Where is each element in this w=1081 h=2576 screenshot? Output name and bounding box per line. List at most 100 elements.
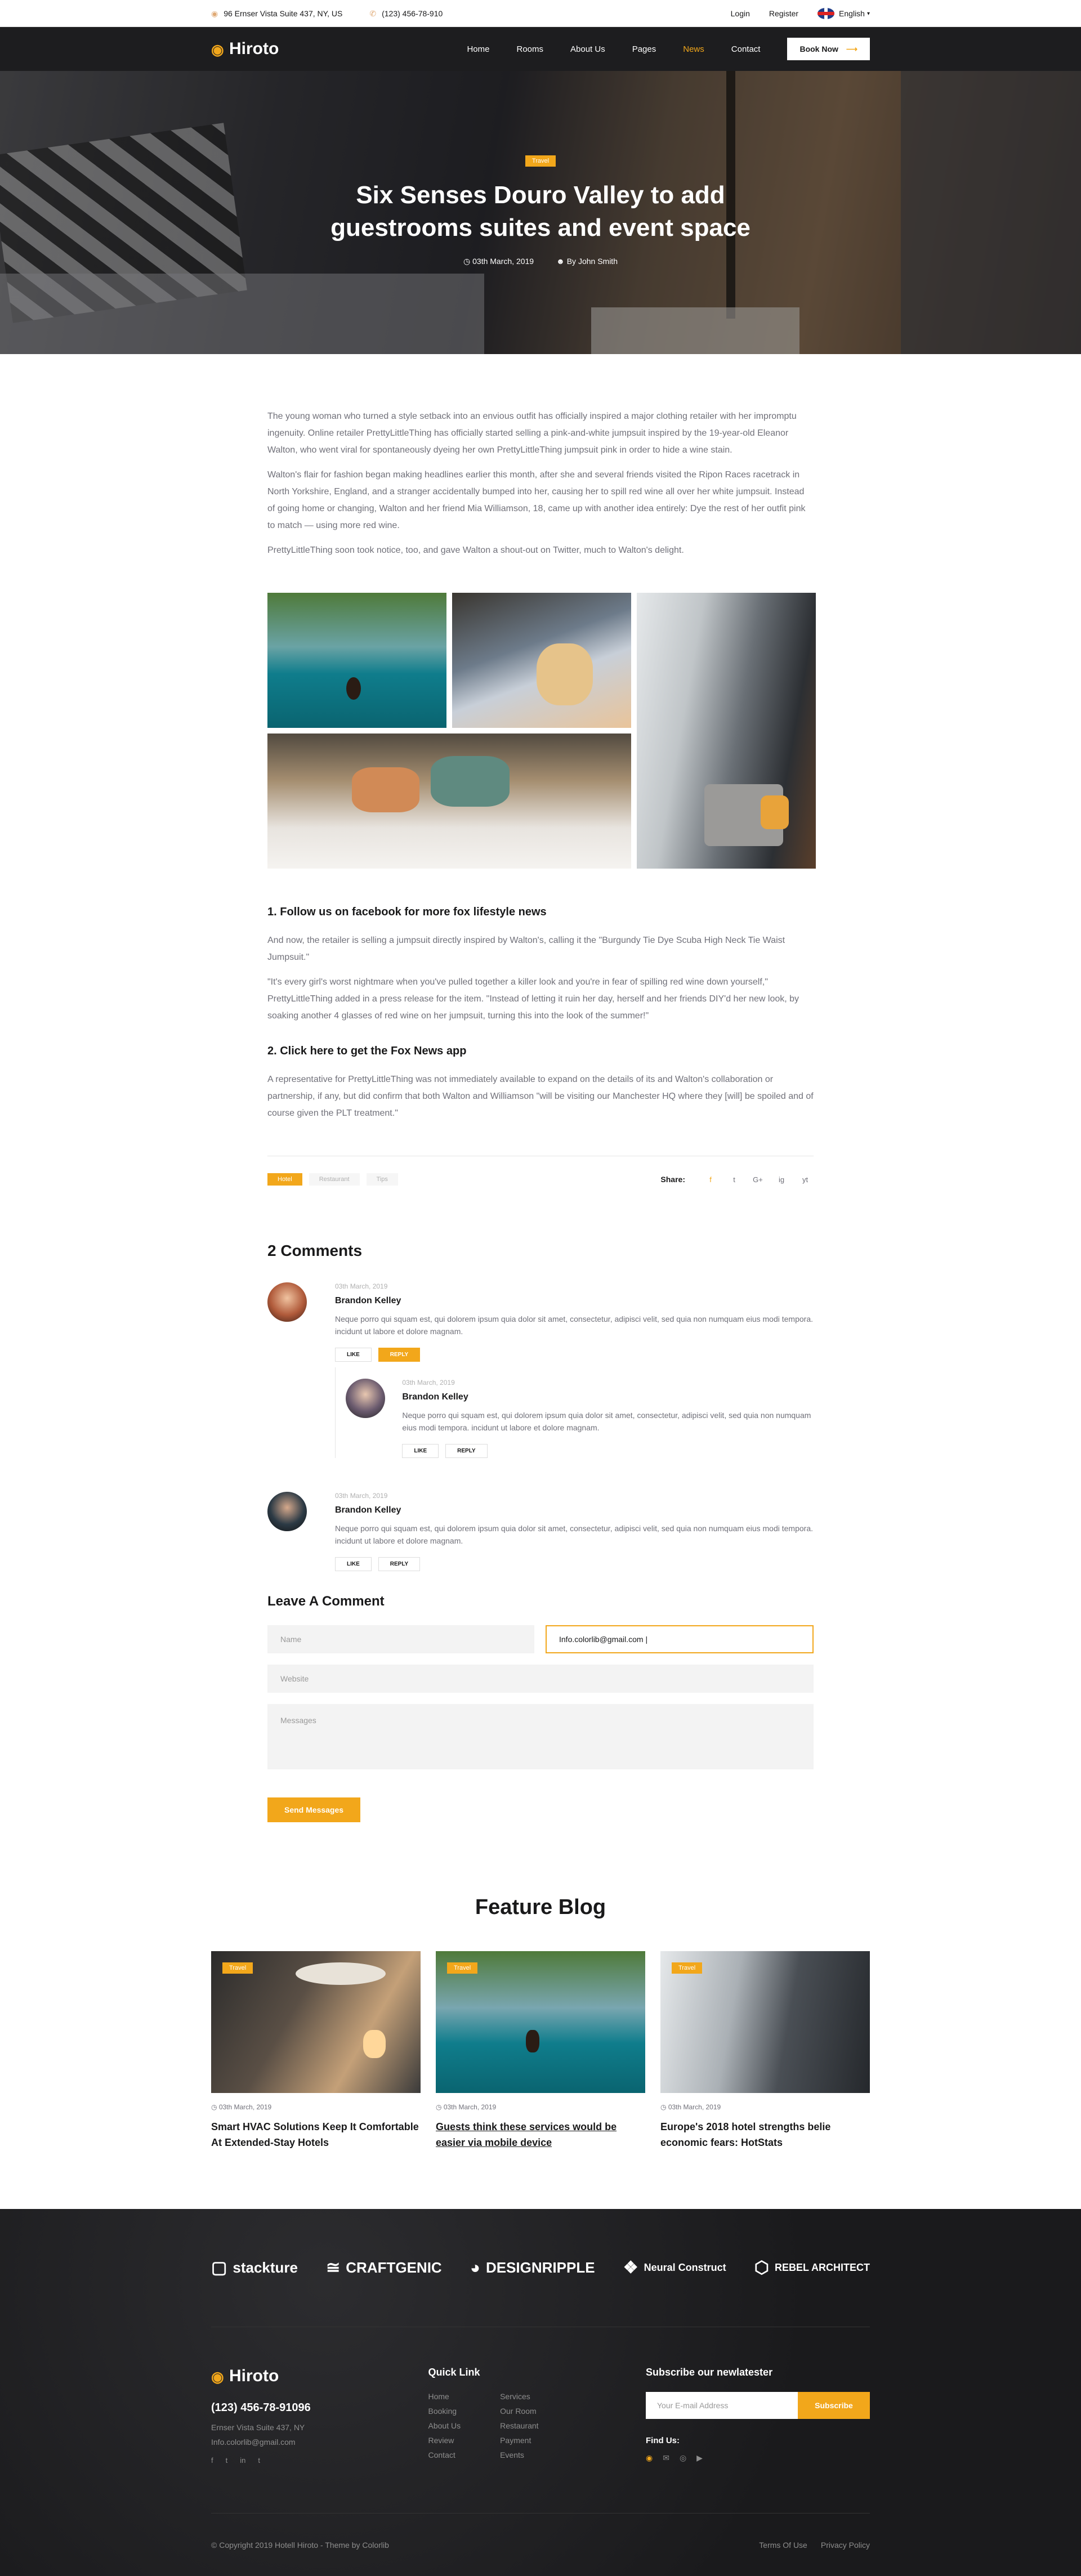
footer-logo[interactable]: ◉ Hiroto bbox=[211, 2367, 428, 2386]
privacy-link[interactable]: Privacy Policy bbox=[821, 2541, 870, 2550]
tag-hotel[interactable]: Hotel bbox=[267, 1173, 302, 1186]
tag-tips[interactable]: Tips bbox=[366, 1173, 398, 1186]
reply-button[interactable]: REPLY bbox=[378, 1348, 421, 1362]
like-button[interactable]: LIKE bbox=[335, 1557, 372, 1571]
hero-category-tag[interactable]: Travel bbox=[525, 155, 556, 167]
post-date: ◷ 03th March, 2019 bbox=[463, 257, 534, 266]
book-now-button[interactable]: Book Now ⟶ bbox=[787, 38, 870, 60]
name-input[interactable]: Name bbox=[267, 1625, 534, 1653]
phone-info: ✆ (123) 456-78-910 bbox=[369, 9, 443, 19]
comment: 03th March, 2019 Brandon Kelley Neque po… bbox=[267, 1282, 814, 1362]
gallery-image-pool[interactable] bbox=[267, 593, 446, 728]
blog-card[interactable]: Travel ◷ 03th March, 2019 Smart HVAC Sol… bbox=[211, 1951, 421, 2150]
partner-logo[interactable]: ❖ Neural Construct bbox=[623, 2258, 726, 2278]
logo[interactable]: ◉ Hiroto bbox=[211, 39, 279, 59]
partner-logo[interactable]: ≅ CRAFTGENIC bbox=[326, 2258, 442, 2278]
nav-about[interactable]: About Us bbox=[570, 44, 605, 54]
facebook-icon[interactable]: f bbox=[702, 1175, 719, 1184]
messages-textarea[interactable]: Messages bbox=[267, 1704, 814, 1769]
blog-image[interactable]: Travel bbox=[436, 1951, 645, 2093]
like-button[interactable]: LIKE bbox=[402, 1444, 439, 1458]
instagram-icon[interactable]: ig bbox=[773, 1175, 790, 1184]
footer-link[interactable]: Booking bbox=[428, 2407, 461, 2416]
blog-title[interactable]: Guests think these services would be eas… bbox=[436, 2119, 645, 2150]
blog-image[interactable]: Travel bbox=[660, 1951, 870, 2093]
copyright-bar: © Copyright 2019 Hotell Hiroto - Theme b… bbox=[211, 2513, 870, 2576]
footer-link[interactable]: Events bbox=[500, 2450, 538, 2459]
gallery-image-lounge[interactable] bbox=[267, 734, 631, 869]
comment-text: Neque porro qui squam est, qui dolorem i… bbox=[335, 1524, 814, 1545]
facebook-icon[interactable]: f bbox=[211, 2456, 213, 2465]
footer-link[interactable]: Payment bbox=[500, 2436, 538, 2445]
comment-form: Leave A Comment Name Info.colorlib@gmail… bbox=[267, 1594, 814, 1822]
linkedin-icon[interactable]: in bbox=[240, 2456, 245, 2465]
reply-button[interactable]: REPLY bbox=[445, 1444, 488, 1458]
find-us-label: Find Us: bbox=[646, 2436, 680, 2445]
youtube-icon[interactable]: ▶ bbox=[696, 2453, 703, 2463]
blog-title[interactable]: Smart HVAC Solutions Keep It Comfortable… bbox=[211, 2119, 421, 2150]
tumblr-icon[interactable]: t bbox=[258, 2456, 260, 2465]
register-link[interactable]: Register bbox=[769, 9, 798, 18]
blog-tag[interactable]: Travel bbox=[672, 1962, 703, 1974]
tripadvisor-icon[interactable]: ◉ bbox=[646, 2453, 653, 2463]
instagram-icon[interactable]: ◎ bbox=[680, 2453, 686, 2463]
share-label: Share: bbox=[660, 1175, 685, 1184]
article-paragraph: A representative for PrettyLittleThing w… bbox=[267, 1075, 814, 1118]
user-icon: ☻ bbox=[556, 257, 565, 266]
footer-link[interactable]: Restaurant bbox=[500, 2421, 538, 2430]
footer-link[interactable]: Contact bbox=[428, 2450, 461, 2459]
twitter-icon[interactable]: t bbox=[726, 1175, 743, 1184]
blog-title[interactable]: Europe's 2018 hotel strengths belie econ… bbox=[660, 2119, 870, 2150]
gallery-image-bed[interactable] bbox=[452, 593, 631, 728]
tags-share-bar: Hotel Restaurant Tips Share: f t G+ ig y… bbox=[267, 1156, 814, 1186]
article-body: The young woman who turned a style setba… bbox=[267, 354, 816, 1822]
nav-home[interactable]: Home bbox=[467, 44, 489, 54]
comment-text: Neque porro qui squam est, qui dolorem i… bbox=[402, 1411, 811, 1432]
comment-date: 03th March, 2019 bbox=[335, 1492, 388, 1500]
subscribe-email-input[interactable]: Your E-mail Address bbox=[646, 2392, 798, 2419]
terms-link[interactable]: Terms Of Use bbox=[759, 2541, 807, 2550]
reply-button[interactable]: REPLY bbox=[378, 1557, 421, 1571]
partner-logo[interactable]: ▢ stackture bbox=[211, 2258, 298, 2278]
blog-card[interactable]: Travel ◷ 03th March, 2019 Europe's 2018 … bbox=[660, 1951, 870, 2150]
comment: 03th March, 2019 Brandon Kelley Neque po… bbox=[267, 1492, 814, 1571]
comments-section: 2 Comments 03th March, 2019 Brandon Kell… bbox=[267, 1242, 814, 1571]
send-messages-button[interactable]: Send Messages bbox=[267, 1797, 361, 1822]
nav-rooms[interactable]: Rooms bbox=[516, 44, 543, 54]
subscribe-title: Subscribe our newlatester bbox=[646, 2367, 773, 2378]
gallery-image-staircase[interactable] bbox=[637, 593, 816, 869]
rebel-architect-icon: ⬡ bbox=[754, 2259, 769, 2277]
tag-restaurant[interactable]: Restaurant bbox=[309, 1173, 360, 1186]
like-button[interactable]: LIKE bbox=[335, 1348, 372, 1362]
footer-link[interactable]: Our Room bbox=[500, 2407, 538, 2416]
partner-logo[interactable]: ◕ DESIGNRIPPLE bbox=[470, 2259, 595, 2278]
youtube-icon[interactable]: yt bbox=[797, 1175, 814, 1184]
footer-link[interactable]: Services bbox=[500, 2392, 538, 2401]
nav-news[interactable]: News bbox=[683, 44, 704, 54]
mail-icon[interactable]: ✉ bbox=[663, 2453, 669, 2463]
subscribe-button[interactable]: Subscribe bbox=[798, 2392, 870, 2419]
comment-author: Brandon Kelley bbox=[335, 1505, 401, 1515]
blog-image[interactable]: Travel bbox=[211, 1951, 421, 2093]
main-nav: ◉ Hiroto Home Rooms About Us Pages News … bbox=[0, 27, 1081, 71]
post-author: ☻ By John Smith bbox=[556, 257, 618, 266]
blog-tag[interactable]: Travel bbox=[222, 1962, 253, 1974]
website-input[interactable]: Website bbox=[267, 1665, 814, 1693]
login-link[interactable]: Login bbox=[731, 9, 750, 18]
blog-tag[interactable]: Travel bbox=[447, 1962, 478, 1974]
footer-link[interactable]: Home bbox=[428, 2392, 461, 2401]
google-plus-icon[interactable]: G+ bbox=[749, 1175, 766, 1184]
nav-pages[interactable]: Pages bbox=[632, 44, 656, 54]
email-input[interactable]: Info.colorlib@gmail.com | bbox=[546, 1625, 814, 1653]
comment-date: 03th March, 2019 bbox=[335, 1282, 388, 1290]
footer-link[interactable]: Review bbox=[428, 2436, 461, 2445]
footer-link[interactable]: About Us bbox=[428, 2421, 461, 2430]
comments-title: 2 Comments bbox=[267, 1242, 363, 1259]
feature-blog-title: Feature Blog bbox=[475, 1895, 606, 1919]
twitter-icon[interactable]: t bbox=[226, 2456, 228, 2465]
avatar bbox=[267, 1492, 307, 1531]
language-selector[interactable]: English ▾ bbox=[818, 8, 870, 19]
nav-contact[interactable]: Contact bbox=[731, 44, 761, 54]
partner-logo[interactable]: ⬡ REBEL ARCHITECT bbox=[754, 2258, 870, 2278]
blog-card[interactable]: Travel ◷ 03th March, 2019 Guests think t… bbox=[436, 1951, 645, 2150]
